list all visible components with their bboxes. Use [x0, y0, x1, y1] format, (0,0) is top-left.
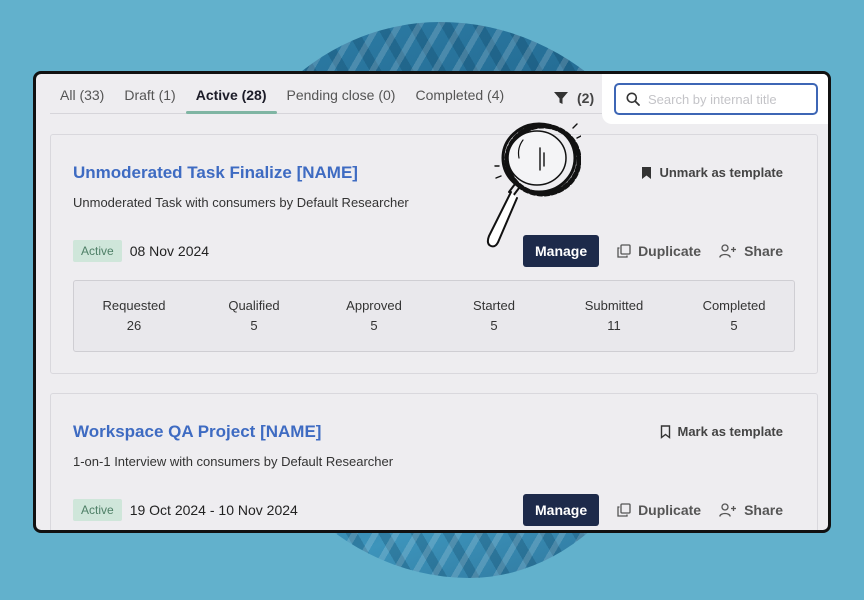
participant-stats: Requested 26 Qualified 5 Approved 5 Star… — [73, 280, 795, 352]
project-card: Workspace QA Project [NAME] 1-on-1 Inter… — [50, 393, 818, 530]
stat-submitted: Submitted 11 — [554, 296, 674, 336]
duplicate-button[interactable]: Duplicate — [617, 243, 701, 259]
stat-requested: Requested 26 — [74, 296, 194, 336]
share-button[interactable]: Share — [719, 502, 783, 518]
stat-label: Started — [473, 298, 515, 313]
duplicate-label: Duplicate — [638, 502, 702, 518]
project-title[interactable]: Workspace QA Project [NAME] — [73, 422, 321, 442]
tab-completed[interactable]: Completed (4) — [405, 87, 514, 113]
magnifier-illustration-icon — [486, 122, 581, 248]
template-label: Unmark as template — [659, 165, 783, 180]
duplicate-button[interactable]: Duplicate — [617, 502, 701, 518]
duplicate-label: Duplicate — [638, 243, 702, 259]
filter-button[interactable]: (2) — [554, 90, 594, 106]
share-label: Share — [744, 502, 783, 518]
project-date: 19 Oct 2024 - 10 Nov 2024 — [129, 502, 298, 518]
stat-value: 26 — [126, 318, 142, 333]
filter-icon — [554, 92, 568, 104]
project-title[interactable]: Unmoderated Task Finalize [NAME] — [73, 163, 358, 183]
projects-window: All (33) Draft (1) Active (28) Pending c… — [33, 71, 831, 533]
status-badge: Active — [73, 499, 122, 521]
manage-button[interactable]: Manage — [523, 494, 600, 526]
share-button[interactable]: Share — [719, 243, 783, 259]
stat-started: Started 5 — [434, 296, 554, 336]
template-label: Mark as template — [677, 424, 784, 439]
project-card: Unmoderated Task Finalize [NAME] Unmoder… — [50, 134, 818, 374]
stat-value: 11 — [607, 318, 621, 333]
project-meta-row: Active 08 Nov 2024 Manage Duplicate Shar… — [73, 235, 783, 267]
search-area — [602, 74, 828, 124]
stat-label: Approved — [346, 298, 402, 313]
project-date: 08 Nov 2024 — [129, 243, 210, 259]
tab-draft[interactable]: Draft (1) — [114, 87, 185, 113]
duplicate-icon — [617, 244, 631, 258]
stat-value: 5 — [490, 318, 498, 333]
search-box[interactable] — [614, 83, 818, 115]
search-icon — [626, 92, 640, 106]
bookmark-outline-icon — [660, 424, 670, 439]
mark-template-button[interactable]: Mark as template — [660, 424, 784, 439]
tab-active[interactable]: Active (28) — [185, 87, 277, 114]
stat-completed: Completed 5 — [674, 296, 794, 336]
stat-approved: Approved 5 — [314, 296, 434, 336]
project-actions: Manage Duplicate Share — [523, 494, 783, 526]
unmark-template-button[interactable]: Unmark as template — [641, 165, 783, 180]
tab-all[interactable]: All (33) — [50, 87, 114, 113]
project-meta-row: Active 19 Oct 2024 - 10 Nov 2024 Manage … — [73, 494, 783, 526]
stat-label: Qualified — [228, 298, 280, 313]
search-input[interactable] — [648, 91, 808, 107]
bookmark-filled-icon — [642, 166, 652, 179]
stat-label: Completed — [702, 298, 766, 313]
stat-value: 5 — [730, 318, 738, 333]
project-subtitle: Unmoderated Task with consumers by Defau… — [73, 195, 409, 210]
filter-count: (2) — [577, 90, 595, 106]
stat-value: 5 — [370, 318, 378, 333]
add-user-icon — [719, 244, 737, 258]
status-badge: Active — [73, 240, 122, 262]
duplicate-icon — [617, 503, 631, 517]
tab-pending-close[interactable]: Pending close (0) — [277, 87, 406, 113]
stat-label: Requested — [102, 298, 166, 313]
stat-value: 5 — [250, 318, 258, 333]
project-subtitle: 1-on-1 Interview with consumers by Defau… — [73, 454, 394, 469]
add-user-icon — [719, 503, 737, 517]
share-label: Share — [744, 243, 783, 259]
stat-qualified: Qualified 5 — [194, 296, 314, 336]
stat-label: Submitted — [584, 298, 644, 313]
